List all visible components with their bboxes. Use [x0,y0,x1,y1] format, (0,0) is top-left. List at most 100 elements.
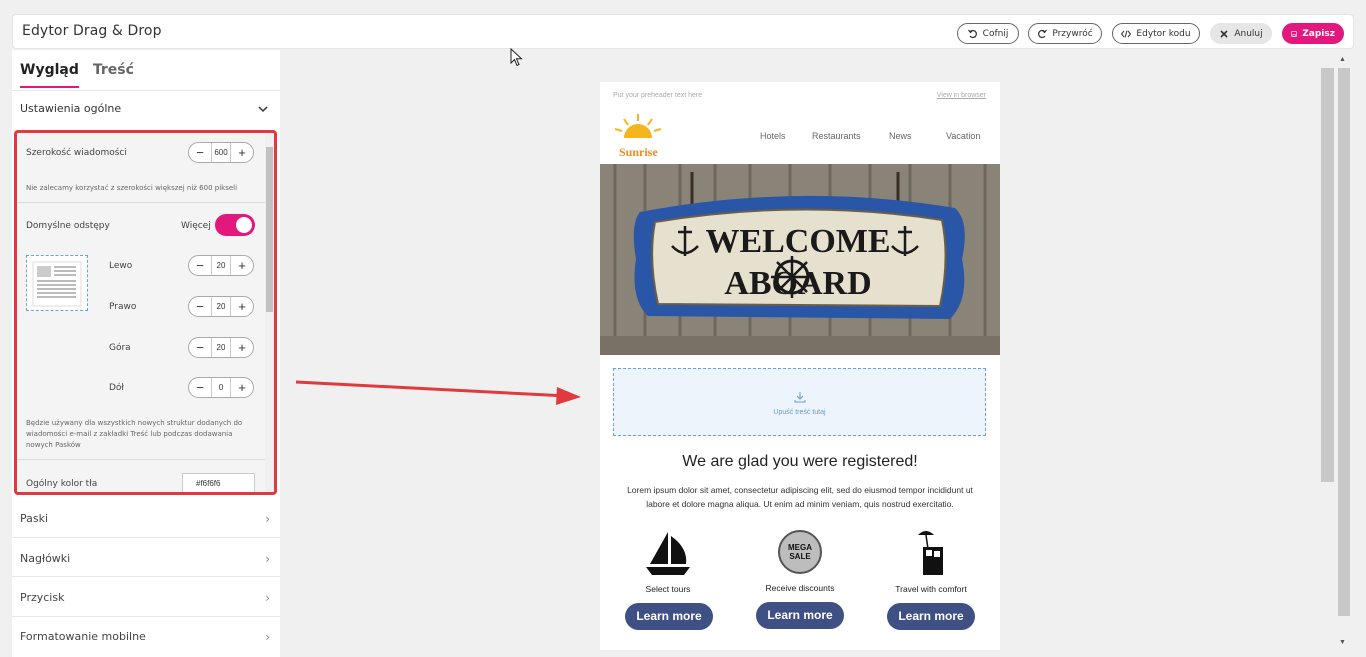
floppy-disk-icon [1291,30,1297,37]
spacing-hint-line: Będzie używany dla wszystkich nowych str… [26,419,243,427]
top-spacing-stepper[interactable]: − 20 + [188,337,254,358]
body-text-line: labore et dolore magna aliqua. Ut enim a… [646,499,954,509]
scrollbar-thumb[interactable] [1321,68,1334,482]
cancel-label: Anuluj [1234,28,1263,39]
drop-content-zone[interactable]: Upuść treść tutaj [613,368,986,436]
learn-more-button[interactable]: Learn more [625,603,713,630]
mouse-cursor-icon [510,48,523,67]
scroll-up-icon[interactable]: ▲ [1339,56,1346,63]
settings-scrollbar[interactable] [265,133,274,492]
hero-image[interactable]: WELCOME ABOARD [600,164,1000,355]
undo-button[interactable]: Cofnij [957,23,1019,44]
message-width-value[interactable]: 600 [211,143,231,162]
increment-button[interactable]: + [231,378,253,397]
scrollbar-thumb[interactable] [266,147,273,312]
preheader-text[interactable]: Put your preheader text here [613,92,702,99]
cocktail-icon [918,531,943,575]
view-in-browser-link[interactable]: View in browser [937,92,986,99]
background-color-label: Ogólny kolor tła [26,479,98,489]
left-spacing-stepper[interactable]: − 20 + [188,255,254,276]
annotation-arrow [295,380,581,405]
left-spacing-label: Lewo [109,261,133,271]
body-text-line: Lorem ipsum dolor sit amet, consectetur … [627,485,973,495]
top-spacing-value[interactable]: 20 [211,338,231,357]
chevron-right-icon: › [265,591,270,605]
email-headline[interactable]: We are glad you were registered! [600,453,1000,471]
accordion-item-stripes[interactable]: Paski › [20,512,270,526]
bottom-spacing-label: Dół [109,383,124,393]
bottom-spacing-value[interactable]: 0 [211,378,231,397]
divider [12,537,280,538]
more-spacing-toggle[interactable] [215,214,255,236]
right-spacing-stepper[interactable]: − 20 + [188,296,254,317]
decrement-button[interactable]: − [189,143,211,162]
learn-more-button[interactable]: Learn more [756,602,844,629]
general-settings-title: Ustawienia ogólne [20,102,122,115]
decrement-button[interactable]: − [189,256,211,275]
left-spacing-value[interactable]: 20 [211,256,231,275]
undo-icon [967,29,977,38]
nav-link-news[interactable]: News [889,131,912,141]
save-button[interactable]: Zapisz [1282,23,1344,44]
email-canvas[interactable]: Put your preheader text here View in bro… [600,82,1000,650]
accordion-item-button[interactable]: Przycisk › [20,591,270,605]
general-settings-header[interactable]: Ustawienia ogólne [20,102,268,115]
cancel-button[interactable]: Anuluj [1210,23,1272,44]
code-editor-button[interactable]: Edytor kodu [1112,23,1200,44]
chevron-down-icon [258,105,268,112]
divider [12,616,280,617]
spacing-preview [26,255,88,311]
code-editor-label: Edytor kodu [1136,28,1191,39]
learn-more-button[interactable]: Learn more [887,603,975,630]
increment-button[interactable]: + [231,143,253,162]
tab-content[interactable]: Treść [93,62,134,88]
hero-text-welcome: WELCOME [705,223,890,260]
logo-text: Sunrise [619,145,658,159]
divider [17,202,267,203]
download-icon [794,392,806,403]
sidebar-tabs: Wygląd Treść [20,62,134,88]
decrement-button[interactable]: − [189,378,211,397]
chevron-right-icon: › [265,630,270,644]
redo-label: Przywróć [1052,28,1093,39]
right-spacing-value[interactable]: 20 [211,297,231,316]
width-hint: Nie zalecamy korzystać z szerokości więk… [26,184,238,192]
background-color-input[interactable]: #f6f6f6 [182,473,255,492]
accordion-item-mobile[interactable]: Formatowanie mobilne › [20,630,270,644]
chevron-right-icon: › [265,552,270,566]
feature-label-comfort: Travel with comfort [895,584,967,594]
editor-title: Edytor Drag & Drop [22,23,162,39]
save-label: Zapisz [1302,28,1335,39]
sunrise-logo[interactable]: Sunrise [612,112,666,162]
nav-link-vacation[interactable]: Vacation [946,131,980,141]
undo-label: Cofnij [982,28,1009,39]
canvas-scrollbar[interactable]: ▲ ▼ [1318,56,1356,656]
drop-zone-label: Upuść treść tutaj [773,409,826,416]
sailboat-icon [646,532,690,575]
message-width-label: Szerokość wiadomości [26,148,127,158]
general-settings-panel: Szerokość wiadomości − 600 + Nie zalecam… [14,130,277,495]
badge-text: MEGA [788,543,812,552]
increment-button[interactable]: + [231,297,253,316]
nav-link-hotels[interactable]: Hotels [760,131,786,141]
editor-toolbar: Edytor Drag & Drop Cofnij Przywróć Edyto… [12,14,1354,49]
bottom-spacing-stepper[interactable]: − 0 + [188,377,254,398]
welcome-aboard-sign-image: WELCOME ABOARD [600,164,1000,355]
decrement-button[interactable]: − [189,338,211,357]
email-body-text[interactable]: Lorem ipsum dolor sit amet, consectetur … [608,483,992,511]
increment-button[interactable]: + [231,338,253,357]
badge-text: SALE [789,552,811,561]
decrement-button[interactable]: − [189,297,211,316]
increment-button[interactable]: + [231,256,253,275]
scrollbar-thumb[interactable] [1338,68,1350,616]
nav-link-restaurants[interactable]: Restaurants [812,131,861,141]
tab-appearance[interactable]: Wygląd [20,62,79,88]
message-width-stepper[interactable]: − 600 + [188,142,254,163]
feature-label-tours: Select tours [645,584,691,594]
redo-button[interactable]: Przywróć [1028,23,1102,44]
redo-icon [1038,29,1048,38]
accordion-item-headings[interactable]: Nagłówki › [20,552,270,566]
right-spacing-label: Prawo [109,302,137,312]
mega-sale-badge-icon: MEGA SALE [778,530,822,574]
scroll-down-icon[interactable]: ▼ [1339,639,1346,646]
